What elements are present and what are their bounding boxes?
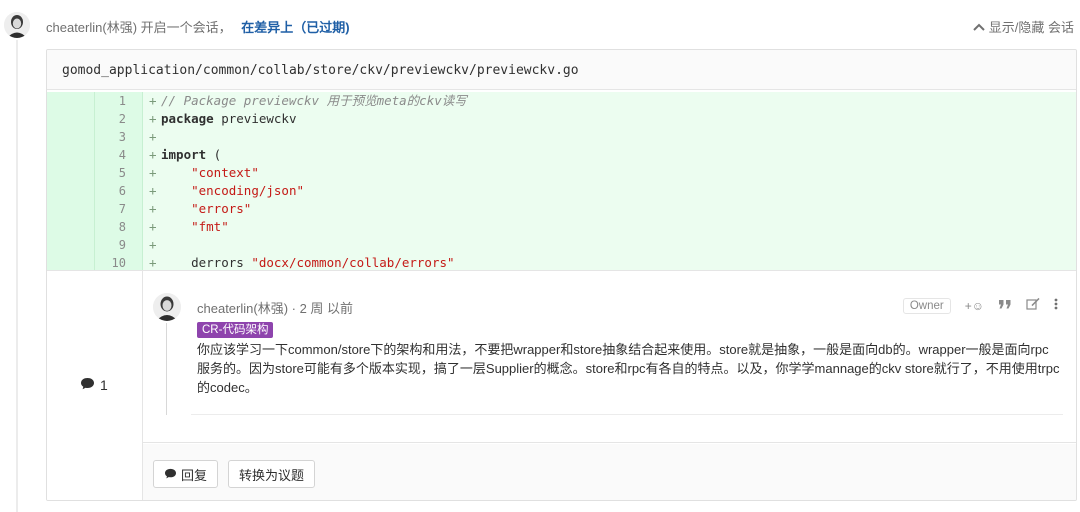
old-line-number[interactable] [47,200,95,218]
file-path-header: gomod_application/common/collab/store/ck… [47,50,1076,90]
note-text: 你应该学习一下common/store下的架构和用法，不要把wrapper和st… [197,342,1060,395]
code-line: + "fmt" [143,218,1076,236]
old-line-number[interactable] [47,92,95,110]
diff-line: 4 + import ( [47,146,1076,164]
convert-to-issue-button[interactable]: 转换为议题 [228,460,316,488]
diff-line: 6 + "encoding/json" [47,182,1076,200]
new-line-number[interactable]: 4 [95,146,143,164]
code-line: + "errors" [143,200,1076,218]
chevron-up-icon [973,22,985,32]
avatar[interactable] [4,12,30,38]
old-line-number[interactable] [47,218,95,236]
new-line-number[interactable]: 3 [95,128,143,146]
convert-label: 转换为议题 [239,467,305,483]
code-line: +// Package previewckv 用于预览meta的ckv读写 [143,92,1076,110]
kebab-menu-icon [1054,298,1058,313]
divider [191,414,1063,415]
file-path[interactable]: gomod_application/common/collab/store/ck… [62,63,579,78]
comment-icon [80,377,95,393]
discussion-event-header: cheaterlin(林强) 开启一个会话， 在差异上（已过期) 显示/隐藏 会… [0,0,1080,46]
new-line-number[interactable]: 6 [95,182,143,200]
code-line: + [143,128,1076,146]
new-line-number[interactable]: 2 [95,110,143,128]
comment-count-value: 1 [100,377,108,393]
old-line-number[interactable] [47,182,95,200]
note-actions: Owner +☺ [902,297,1058,314]
new-line-number[interactable]: 9 [95,236,143,254]
new-line-number[interactable]: 7 [95,200,143,218]
comment-icon [164,467,177,482]
smiley-icon: +☺ [964,298,984,313]
code-line: + "context" [143,164,1076,182]
quote-icon [998,298,1012,313]
event-action: 开启一个会话， [140,20,232,35]
diff-table: 1 +// Package previewckv 用于预览meta的ckv读写 … [47,90,1076,272]
old-line-number[interactable] [47,146,95,164]
reply-button[interactable]: 回复 [153,460,219,488]
label-badge[interactable]: CR-代码架构 [197,322,274,338]
comment-count[interactable]: 1 [80,377,108,393]
avatar[interactable] [153,293,181,321]
timeline-line [16,40,18,512]
diff-line: 2 + package previewckv [47,110,1076,128]
discussion-gutter: 1 [47,271,143,500]
more-actions-button[interactable] [1054,298,1058,313]
note: cheaterlin(林强) · 2 周 以前 Owner +☺ CR-代码架构… [143,271,1076,443]
old-line-number[interactable] [47,128,95,146]
reply-bar: 回复 转换为议题 [143,444,1076,500]
old-line-number[interactable] [47,164,95,182]
discussion-thread: 1 cheaterlin(林强) · 2 周 以前 Owner +☺ CR-代码… [47,270,1076,500]
code-line: + import ( [143,146,1076,164]
diff-line: 9 + [47,236,1076,254]
edit-button[interactable] [1026,297,1040,314]
diff-line: 1 +// Package previewckv 用于预览meta的ckv读写 [47,90,1076,110]
new-line-number[interactable]: 5 [95,164,143,182]
old-line-number[interactable] [47,236,95,254]
note-author[interactable]: cheaterlin(林强) · 2 周 以前 [197,298,353,317]
code-line: + [143,236,1076,254]
quote-button[interactable] [998,298,1012,313]
event-text: cheaterlin(林强) 开启一个会话， 在差异上（已过期) [46,17,350,36]
reply-label: 回复 [181,467,208,483]
diff-line: 3 + [47,128,1076,146]
owner-badge: Owner [902,297,951,314]
discussion-body: cheaterlin(林强) · 2 周 以前 Owner +☺ CR-代码架构… [143,271,1076,500]
edit-icon [1026,297,1040,314]
toggle-discussion-button[interactable]: 显示/隐藏 会话 [973,17,1074,36]
diff-file-box: gomod_application/common/collab/store/ck… [46,49,1077,501]
diff-line: 5 + "context" [47,164,1076,182]
diff-line: 7 + "errors" [47,200,1076,218]
note-thread-line [166,323,167,415]
diff-line: 8 + "fmt" [47,218,1076,236]
toggle-label: 显示/隐藏 会话 [988,20,1074,35]
new-line-number[interactable]: 1 [95,92,143,110]
diff-link[interactable]: 在差异上（已过期) [241,20,349,35]
code-line: + "encoding/json" [143,182,1076,200]
old-line-number[interactable] [47,110,95,128]
new-line-number[interactable]: 8 [95,218,143,236]
code-line: + package previewckv [143,110,1076,128]
event-author[interactable]: cheaterlin(林强) [46,20,137,35]
add-reaction-button[interactable]: +☺ [965,299,984,313]
